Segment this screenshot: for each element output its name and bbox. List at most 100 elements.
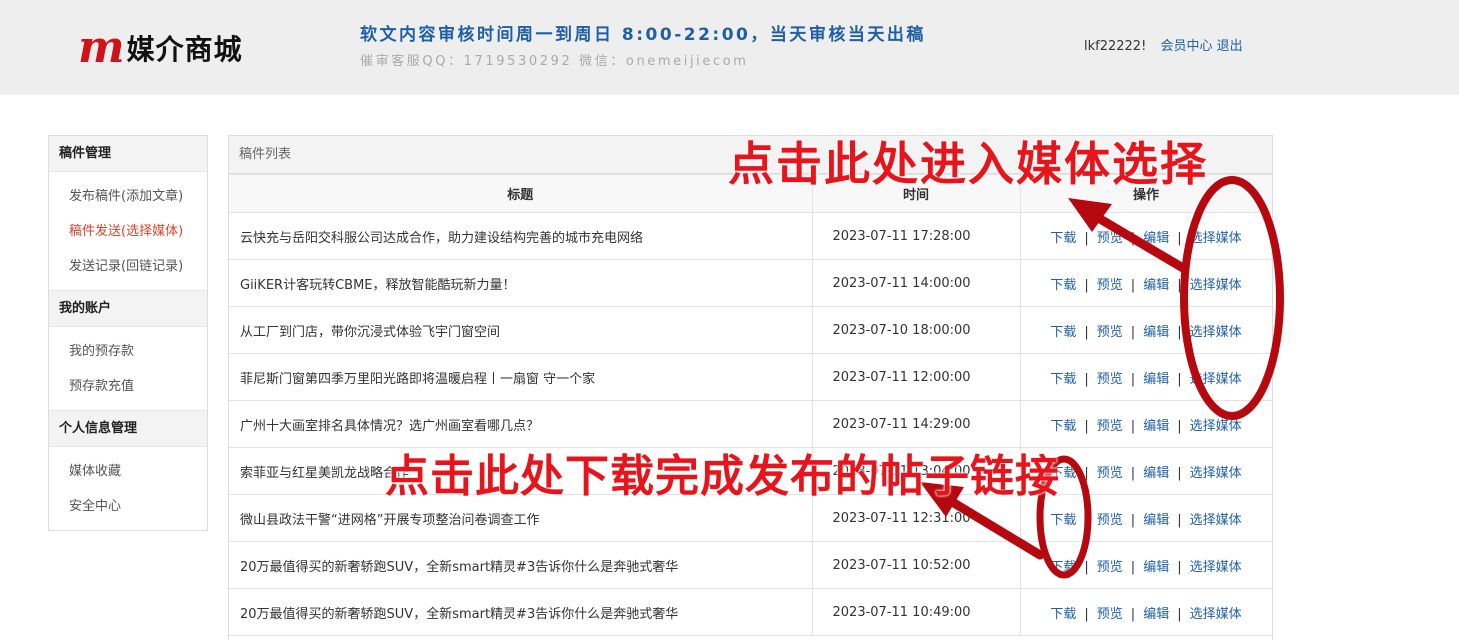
download-link[interactable]: 下载 <box>1050 560 1076 575</box>
sidebar-item-send[interactable]: 稿件发送(选择媒体) <box>49 214 207 249</box>
edit-link[interactable]: 编辑 <box>1143 325 1169 340</box>
action-separator: | <box>1130 230 1136 246</box>
sidebar-group-title: 个人信息管理 <box>49 411 207 447</box>
row-actions: 下载 | 预览 | 编辑 | 选择媒体 <box>1019 212 1272 260</box>
preview-link[interactable]: 预览 <box>1097 560 1123 575</box>
action-separator: | <box>1177 606 1182 622</box>
download-link[interactable]: 下载 <box>1050 513 1076 528</box>
preview-link[interactable]: 预览 <box>1097 231 1123 246</box>
action-separator: | <box>1130 418 1136 434</box>
preview-link[interactable]: 预览 <box>1097 607 1123 622</box>
select-media-link[interactable]: 选择媒体 <box>1190 419 1242 434</box>
action-separator: | <box>1177 559 1182 575</box>
preview-link[interactable]: 预览 <box>1097 513 1123 528</box>
action-separator: | <box>1084 324 1089 340</box>
row-actions: 下载 | 预览 | 编辑 | 选择媒体 <box>1019 306 1272 354</box>
sidebar-group-title: 我的账户 <box>49 291 207 327</box>
edit-link[interactable]: 编辑 <box>1143 419 1169 434</box>
download-link[interactable]: 下载 <box>1050 607 1076 622</box>
preview-link[interactable]: 预览 <box>1097 325 1123 340</box>
edit-link[interactable]: 编辑 <box>1143 560 1169 575</box>
row-time: 2023-07-11 12:00:00 <box>811 353 1021 401</box>
sidebar-item-records[interactable]: 发送记录(回链记录) <box>49 249 207 284</box>
row-time: 2023-07-11 14:00:00 <box>811 259 1021 307</box>
sidebar-item-deposit[interactable]: 我的预存款 <box>49 334 207 369</box>
row-title: 20万最值得买的新奢轿跑SUV，全新smart精灵#3告诉你什么是奔驰式奢华 <box>229 588 813 636</box>
username: lkf22222! <box>1084 39 1147 54</box>
logo-mark: m <box>78 22 125 73</box>
select-media-link[interactable]: 选择媒体 <box>1190 560 1242 575</box>
edit-link[interactable]: 编辑 <box>1143 466 1169 481</box>
action-separator: | <box>1177 465 1182 481</box>
action-separator: | <box>1177 371 1182 387</box>
select-media-link[interactable]: 选择媒体 <box>1190 513 1242 528</box>
download-link[interactable]: 下载 <box>1050 278 1076 293</box>
site-header: m 媒介商城 软文内容审核时间周一到周日 8:00-22:00，当天审核当天出稿… <box>0 0 1459 95</box>
action-separator: | <box>1177 230 1182 246</box>
annotation-text-download: 点击此处下载完成发布的帖子链接 <box>385 451 1060 502</box>
member-center-link[interactable]: 会员中心 <box>1160 39 1212 54</box>
action-separator: | <box>1130 324 1136 340</box>
row-actions: 下载 | 预览 | 编辑 | 选择媒体 <box>1019 353 1272 401</box>
row-title: 菲尼斯门窗第四季万里阳光路即将温暖启程丨一扇窗 守一个家 <box>229 353 813 401</box>
edit-link[interactable]: 编辑 <box>1143 278 1169 293</box>
preview-link[interactable]: 预览 <box>1097 466 1123 481</box>
table-row: 从工厂到门店，带你沉浸式体验飞宇门窗空间 2023-07-10 18:00:00 下… <box>229 306 1272 354</box>
manuscript-list-panel: 稿件列表 标题 时间 操作 云快充与岳阳交科服公司达成合作，助力建设结构完善的城… <box>228 135 1273 640</box>
preview-link[interactable]: 预览 <box>1097 278 1123 293</box>
action-separator: | <box>1130 559 1136 575</box>
action-separator: | <box>1084 418 1089 434</box>
action-separator: | <box>1084 371 1089 387</box>
row-title: 20万最值得买的新奢轿跑SUV，全新smart精灵#3告诉你什么是奔驰式奢华 <box>229 541 813 589</box>
manuscript-table: 标题 时间 操作 云快充与岳阳交科服公司达成合作，助力建设结构完善的城市充电网络… <box>229 174 1272 636</box>
table-row: 20万最值得买的新奢轿跑SUV，全新smart精灵#3告诉你什么是奔驰式奢华 20… <box>229 541 1272 589</box>
download-link[interactable]: 下载 <box>1050 231 1076 246</box>
page-root: m 媒介商城 软文内容审核时间周一到周日 8:00-22:00，当天审核当天出稿… <box>0 0 1459 640</box>
row-time: 2023-07-10 18:00:00 <box>811 306 1021 354</box>
download-link[interactable]: 下载 <box>1050 372 1076 387</box>
edit-link[interactable]: 编辑 <box>1143 372 1169 387</box>
site-logo[interactable]: m 媒介商城 <box>78 26 243 70</box>
sidebar-item-security[interactable]: 安全中心 <box>49 489 207 524</box>
sidebar-item-favorites[interactable]: 媒体收藏 <box>49 454 207 489</box>
action-separator: | <box>1084 465 1089 481</box>
download-link[interactable]: 下载 <box>1050 325 1076 340</box>
select-media-link[interactable]: 选择媒体 <box>1190 325 1242 340</box>
preview-link[interactable]: 预览 <box>1097 372 1123 387</box>
sidebar-item-publish[interactable]: 发布稿件(添加文章) <box>49 179 207 214</box>
download-link[interactable]: 下载 <box>1050 419 1076 434</box>
sidebar-menu: 稿件管理 发布稿件(添加文章) 稿件发送(选择媒体) 发送记录(回链记录) 我的… <box>48 135 208 531</box>
action-separator: | <box>1177 324 1182 340</box>
user-bar: lkf22222! 会员中心 退出 <box>1084 35 1243 54</box>
action-separator: | <box>1084 277 1089 293</box>
select-media-link[interactable]: 选择媒体 <box>1190 278 1242 293</box>
action-separator: | <box>1084 606 1089 622</box>
action-separator: | <box>1130 277 1136 293</box>
select-media-link[interactable]: 选择媒体 <box>1190 607 1242 622</box>
row-actions: 下载 | 预览 | 编辑 | 选择媒体 <box>1019 259 1272 307</box>
logo-text: 媒介商城 <box>126 33 243 66</box>
row-time: 2023-07-11 10:49:00 <box>811 588 1021 636</box>
preview-link[interactable]: 预览 <box>1097 419 1123 434</box>
action-separator: | <box>1084 230 1089 246</box>
row-actions: 下载 | 预览 | 编辑 | 选择媒体 <box>1019 588 1272 636</box>
edit-link[interactable]: 编辑 <box>1143 607 1169 622</box>
action-separator: | <box>1177 418 1182 434</box>
table-row: 菲尼斯门窗第四季万里阳光路即将温暖启程丨一扇窗 守一个家 2023-07-11 1… <box>229 353 1272 401</box>
action-separator: | <box>1084 559 1089 575</box>
edit-link[interactable]: 编辑 <box>1143 513 1169 528</box>
review-hours-text: 软文内容审核时间周一到周日 8:00-22:00，当天审核当天出稿 <box>360 25 926 45</box>
row-time: 2023-07-11 17:28:00 <box>811 212 1021 260</box>
action-separator: | <box>1130 512 1136 528</box>
sidebar-group-title: 稿件管理 <box>49 136 207 172</box>
action-separator: | <box>1130 371 1136 387</box>
row-title: 云快充与岳阳交科服公司达成合作，助力建设结构完善的城市充电网络 <box>229 212 813 260</box>
sidebar-item-recharge[interactable]: 预存款充值 <box>49 369 207 404</box>
select-media-link[interactable]: 选择媒体 <box>1190 372 1242 387</box>
select-media-link[interactable]: 选择媒体 <box>1190 466 1242 481</box>
edit-link[interactable]: 编辑 <box>1143 231 1169 246</box>
table-row: 20万最值得买的新奢轿跑SUV，全新smart精灵#3告诉你什么是奔驰式奢华 20… <box>229 588 1272 636</box>
action-separator: | <box>1177 277 1182 293</box>
select-media-link[interactable]: 选择媒体 <box>1190 231 1242 246</box>
logout-link[interactable]: 退出 <box>1217 39 1243 54</box>
